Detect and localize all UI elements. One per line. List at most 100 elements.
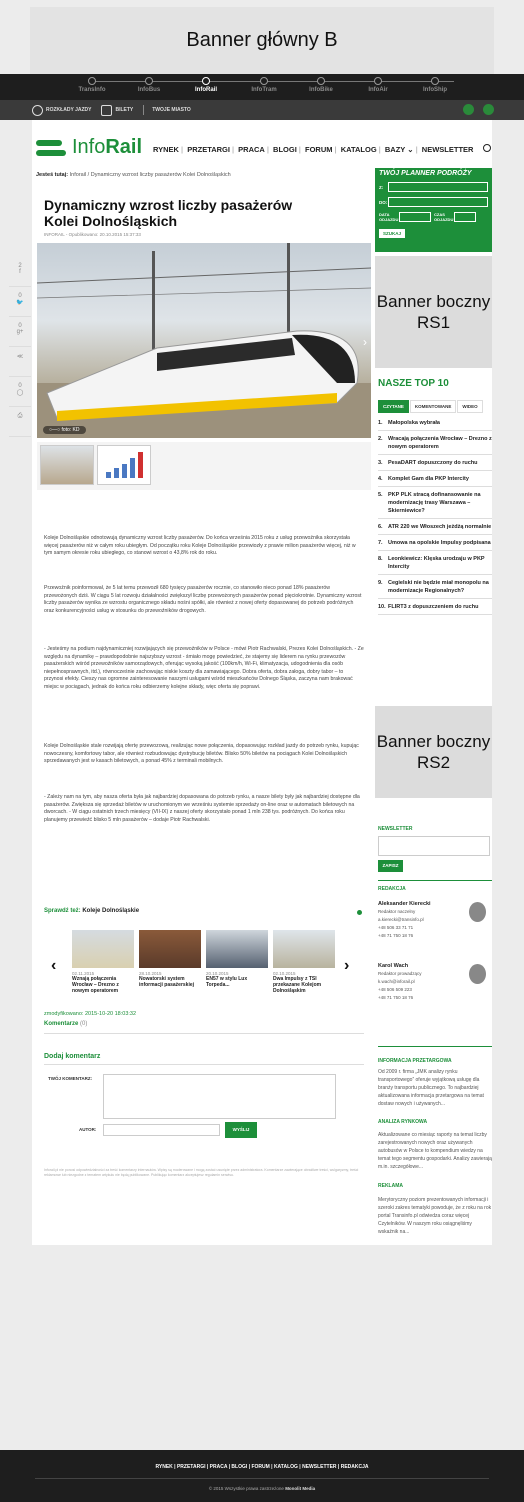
tab-wideo[interactable]: WIDEO — [457, 400, 483, 413]
related-card[interactable]: 28.10.2015 Nowatorski system informacji … — [139, 930, 201, 988]
editors-heading: REDAKCJA — [378, 886, 406, 892]
advertising-heading: REKLAMA — [378, 1183, 403, 1189]
list-item[interactable]: 4. Komplet Gam dla PKP Intercity — [378, 471, 492, 487]
comment-label: TWÓJ KOMENTARZ: — [48, 1076, 93, 1081]
search-button[interactable]: SZUKAJ — [379, 229, 406, 238]
print-icon[interactable]: ⎙ — [9, 407, 31, 437]
subscribe-button[interactable]: ZAPISZ — [378, 860, 403, 872]
thumbnail-chart[interactable] — [97, 445, 151, 485]
divider — [143, 105, 145, 115]
list-item[interactable]: 5. PKP PLK stracą dofinansowanie na moder… — [378, 487, 492, 519]
editor-card: Aleksander Kierecki Redaktor naczelny a.… — [378, 900, 492, 940]
menu-item-przetargi[interactable]: PRZETARGI — [187, 145, 230, 154]
journey-planner: TWÓJ PLANNER PODRÓŻY Z: DO: DATA ODJAZDU… — [375, 168, 492, 252]
tab-komentowane[interactable]: KOMENTOWANE — [409, 400, 457, 413]
googleplus-share-icon[interactable]: 0 g+ — [9, 317, 31, 347]
list-item[interactable]: 10. FLIRT3 z dopuszczeniem do ruchu — [378, 599, 492, 615]
network-nav-infoship[interactable]: InfoShip — [405, 77, 465, 93]
menu-item-forum[interactable]: FORUM — [305, 145, 333, 154]
photo-caption: ○—○ foto: KD — [43, 426, 86, 434]
list-item[interactable]: 7. Umowa na opolskie Impulsy podpisana — [378, 535, 492, 551]
top10-tabs: CZYTANE KOMENTOWANE WIDEO — [378, 400, 484, 413]
menu-item-blogi[interactable]: BLOGI — [273, 145, 297, 154]
network-nav-inforail[interactable]: InfoRail — [176, 77, 236, 93]
share-icon[interactable]: ≪ — [9, 347, 31, 377]
top10-heading: NASZE TOP 10 — [378, 378, 449, 389]
network-nav-transinfo[interactable]: TransInfo — [62, 77, 122, 93]
divider — [378, 880, 492, 881]
related-card[interactable]: 20.10.2015 EN57 w stylu Lux Torpeda... — [206, 930, 268, 988]
menu-item-katalog[interactable]: KATALOG — [341, 145, 377, 154]
list-item[interactable]: 8. Leonkiewicz: Klęska urodzaju w PKP Int… — [378, 551, 492, 575]
author-label: AUTOR: — [79, 1127, 97, 1132]
menu-item-bazy[interactable]: BAZY — [385, 145, 405, 154]
to-input[interactable] — [388, 197, 488, 207]
list-item[interactable]: 3. PesaDART dopuszczony do ruchu — [378, 455, 492, 471]
tickets-link[interactable]: BILETY — [101, 104, 133, 116]
your-city-select[interactable]: TWOJE MIASTO — [152, 107, 191, 113]
search-icon[interactable] — [483, 144, 491, 152]
next-photo-icon[interactable]: › — [363, 335, 367, 349]
send-button[interactable]: WYŚLIJ — [225, 1122, 257, 1138]
menu-item-newsletter[interactable]: NEWSLETTER — [422, 145, 474, 154]
twitter-share-icon[interactable]: 0 🐦 — [9, 287, 31, 317]
related-next-icon[interactable]: › — [344, 957, 349, 975]
inforail-logo[interactable]: InfoRail — [36, 136, 142, 159]
share-bar: 2f 0 🐦 0 g+ ≪ 0 ◯ ⎙ — [9, 257, 31, 437]
list-item[interactable]: 9. Cegielski nie będzie miał monopolu na … — [378, 575, 492, 599]
market-analysis-text[interactable]: Aktualizowane co miesiąc raporty na tema… — [378, 1131, 492, 1171]
network-nav-infobus[interactable]: InfoBus — [119, 77, 179, 93]
divider — [378, 1046, 492, 1047]
tender-info-text[interactable]: Od 2009 r. firma „JMK analizy rynku tran… — [378, 1068, 492, 1108]
divider — [35, 1478, 489, 1479]
related-card[interactable]: 02.10.2015 Dwa Impulsy z TSI przekazane … — [273, 930, 335, 994]
article-paragraph: - Jesteśmy na podium najdynamiczniej roz… — [44, 646, 364, 690]
thumbnail-train[interactable] — [40, 445, 94, 485]
list-item[interactable]: 1. Małopolska wybrała — [378, 415, 492, 431]
twitter-icon[interactable] — [483, 104, 494, 115]
facebook-icon[interactable] — [463, 104, 474, 115]
main-banner[interactable]: Banner główny B — [30, 7, 494, 74]
side-banner-rs2[interactable]: Banner boczny RS2 — [375, 706, 492, 798]
logo-mark-icon — [36, 138, 66, 158]
ticket-icon — [101, 104, 113, 116]
network-nav: TransInfo InfoBus InfoRail InfoTram Info… — [0, 74, 524, 100]
author-input[interactable] — [103, 1124, 220, 1136]
from-input[interactable] — [388, 182, 488, 192]
comment-textarea[interactable] — [103, 1074, 336, 1119]
network-nav-infoair[interactable]: InfoAir — [348, 77, 408, 93]
modified-date: zmodyfikowano: 2015-10-20 18:03:32 — [44, 1011, 137, 1017]
avatar — [469, 964, 486, 984]
article-paragraph: - Zależy nam na tym, aby nasza oferta by… — [44, 794, 360, 823]
tab-czytane[interactable]: CZYTANE — [378, 400, 409, 413]
comments-link[interactable]: Komentarze (0) — [44, 1021, 87, 1027]
date-input[interactable] — [399, 212, 431, 222]
divider — [44, 1064, 364, 1065]
footer-menu[interactable]: RYNEK | PRZETARGI | PRACA | BLOGI | FORU… — [0, 1464, 524, 1470]
menu-item-praca[interactable]: PRACA — [238, 145, 265, 154]
related-prev-icon[interactable]: ‹ — [51, 957, 56, 975]
network-nav-infobike[interactable]: InfoBike — [291, 77, 351, 93]
article-photo[interactable]: › ○—○ foto: KD — [37, 243, 371, 438]
comments-icon[interactable]: 0 ◯ — [9, 377, 31, 407]
newsletter-email-input[interactable] — [378, 836, 490, 856]
list-item[interactable]: 6. ATR 220 we Włoszech jeżdżą normalnie — [378, 519, 492, 535]
menu-item-rynek[interactable]: RYNEK — [153, 145, 179, 154]
footer-copyright: © 2015 Wszystkie prawa zastrzeżone Monol… — [208, 1486, 316, 1491]
breadcrumb-home[interactable]: Inforail — [70, 172, 87, 178]
comments-disclaimer: Inforail.pl nie ponosi odpowiedzialności… — [44, 1168, 359, 1177]
related-heading: Sprawdź też: Koleje Dolnośląskie — [44, 908, 140, 914]
side-banner-rs1[interactable]: Banner boczny RS1 — [375, 256, 492, 368]
facebook-share-icon[interactable]: 2f — [9, 257, 31, 287]
sub-nav: ROZKŁADY JAZDY BILETY TWOJE MIASTO — [0, 100, 524, 120]
article-paragraph: Koleje Dolnośląskie odnotowują dynamiczn… — [44, 535, 356, 557]
related-card[interactable]: 02.11.2015 Wznają połączenia Wrocław – D… — [72, 930, 134, 994]
time-input[interactable] — [454, 212, 476, 222]
article-meta: INFORAIL - Opublikowano: 20.10.2015 15:3… — [44, 232, 141, 237]
newsletter-heading: NEWSLETTER — [378, 826, 413, 832]
network-nav-infotram[interactable]: InfoTram — [234, 77, 294, 93]
list-item[interactable]: 2. Wracają połączenia Wrocław – Drezno z … — [378, 431, 492, 455]
related-topic-link[interactable]: Koleje Dolnośląskie — [82, 908, 139, 914]
timetables-link[interactable]: ROZKŁADY JAZDY — [32, 104, 91, 116]
advertising-text[interactable]: Merytoryczny poziom prezentowanych infor… — [378, 1196, 492, 1236]
